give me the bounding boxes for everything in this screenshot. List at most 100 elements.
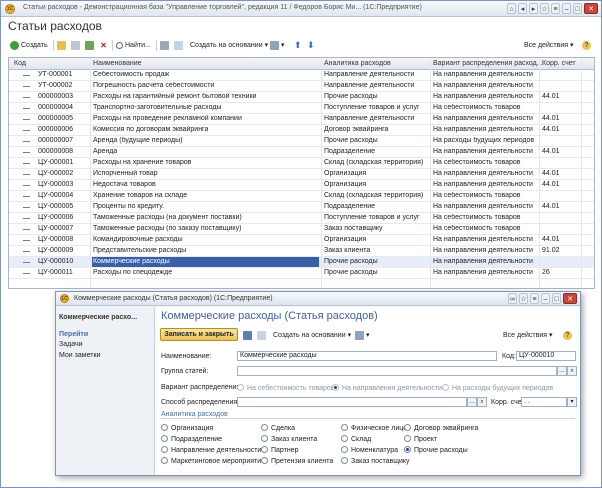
analytics-option[interactable]: Номенклатура bbox=[341, 446, 398, 454]
all-actions-button[interactable]: Все действия ▾ bbox=[524, 39, 574, 52]
nav-notes-link[interactable]: Мои заметки bbox=[59, 352, 100, 359]
save-and-close-button[interactable]: Записать и закрыть bbox=[160, 328, 238, 341]
move-up-button[interactable]: ⬆ bbox=[294, 39, 305, 52]
table-row[interactable]: ЦУ-000007 Таможенные расходы (по заказу п… bbox=[9, 224, 594, 235]
move-down-button[interactable]: ⬇ bbox=[307, 39, 318, 52]
table-row[interactable]: ЦУ-000002 Испорченный товар Организация На … bbox=[9, 169, 594, 180]
maximize-button[interactable]: □ bbox=[573, 3, 582, 14]
table-row[interactable]: ЦУ-000006 Таможенные расходы (на документ… bbox=[9, 213, 594, 224]
table-row[interactable]: 000000006 Комиссия по договорам эквайринг… bbox=[9, 125, 594, 136]
table-row[interactable]: 000000003 Расходы на гарантийный ремонт б… bbox=[9, 92, 594, 103]
list-icon-button[interactable] bbox=[257, 329, 268, 342]
analytics-option[interactable]: Прочие расходы bbox=[404, 446, 468, 454]
table-row[interactable]: ЦУ-000001 Расходы на хранение товаров Скла… bbox=[9, 158, 594, 169]
analytics-option[interactable]: Физическое лицо bbox=[341, 424, 407, 432]
close-button[interactable]: ✕ bbox=[584, 3, 598, 14]
method-open-icon[interactable]: ⌕ bbox=[477, 397, 487, 407]
table-row[interactable]: ЦУ-000004 Хранение товаров на складе Склад… bbox=[9, 191, 594, 202]
table-row[interactable]: ЦУ-000009 Представительские расходы Заказ … bbox=[9, 246, 594, 257]
create-based-on-button[interactable]: Создать на основании ▾ bbox=[190, 39, 268, 52]
analytics-option[interactable]: Сделка bbox=[261, 424, 295, 432]
dialog-help-button[interactable]: ? bbox=[563, 329, 574, 342]
analytics-option[interactable]: Организация bbox=[161, 424, 213, 432]
dialog-all-actions-button[interactable]: Все действия ▾ bbox=[503, 329, 553, 342]
name-field[interactable]: Коммерческие расходы bbox=[237, 351, 497, 361]
print-button[interactable]: ▾ bbox=[270, 39, 285, 52]
cell-name: Командировочные расходы bbox=[93, 236, 183, 243]
account-dropdown-icon[interactable]: ▾ bbox=[567, 397, 577, 407]
star-icon[interactable]: ☆ bbox=[519, 293, 528, 304]
forward-icon[interactable]: ▸ bbox=[529, 3, 538, 14]
analytics-option[interactable]: Заказ клиента bbox=[261, 435, 317, 443]
analytics-option[interactable]: Склад bbox=[341, 435, 371, 443]
window-titlebar[interactable]: 1С Статьи расходов - Демонстрационная ба… bbox=[1, 1, 601, 17]
column-header-account[interactable]: Корр. счет bbox=[542, 60, 576, 67]
maximize-button[interactable]: □ bbox=[552, 293, 561, 304]
home-icon[interactable]: ⌂ bbox=[507, 3, 516, 14]
save-icon-button[interactable] bbox=[243, 329, 254, 342]
minimize-button[interactable]: – bbox=[562, 3, 571, 14]
variant-option-cost[interactable]: На себестоимость товаров bbox=[237, 384, 335, 392]
delete-mark-button[interactable]: ✕ bbox=[99, 39, 110, 52]
cell-distribution: На направления деятельности bbox=[433, 203, 533, 210]
table-row[interactable]: УТ-000002 Погрешность расчета себестоимос… bbox=[9, 81, 594, 92]
account-field[interactable]: . . bbox=[521, 397, 567, 407]
expense-items-table[interactable]: Код Наименование Аналитика расходов Вари… bbox=[8, 57, 595, 289]
edit-button[interactable] bbox=[85, 39, 96, 52]
table-row[interactable]: ЦУ-000008 Командировочные расходы Организа… bbox=[9, 235, 594, 246]
create-group-button[interactable] bbox=[57, 39, 68, 52]
group-select-button[interactable]: … bbox=[557, 366, 567, 376]
link-icon[interactable]: ∞ bbox=[508, 293, 517, 304]
nav-tasks-link[interactable]: Задачи bbox=[59, 341, 83, 348]
table-row[interactable]: ЦУ-000003 Недостача товаров Организация На … bbox=[9, 180, 594, 191]
close-button[interactable]: ✕ bbox=[563, 293, 577, 304]
table-row[interactable]: 000000004 Транспортно-заготовительные рас… bbox=[9, 103, 594, 114]
table-row[interactable]: УТ-000001 Себестоимость продаж Направление… bbox=[9, 70, 594, 81]
column-header-analytics[interactable]: Аналитика расходов bbox=[324, 60, 391, 67]
table-row[interactable]: ЦУ-000010 Коммерческие расходы Прочие расх… bbox=[9, 257, 594, 268]
method-field[interactable] bbox=[237, 397, 467, 407]
back-icon[interactable]: ◂ bbox=[518, 3, 527, 14]
analytics-option[interactable]: Претензия клиента bbox=[261, 457, 333, 465]
table-row[interactable]: 000000008 Аренда Подразделение На направлен… bbox=[9, 147, 594, 158]
cell-analytics: Направление деятельности bbox=[324, 71, 415, 78]
column-header-code[interactable]: Код bbox=[14, 60, 26, 67]
group-open-icon[interactable]: ⌕ bbox=[567, 366, 577, 376]
analytics-option[interactable]: Партнер bbox=[261, 446, 299, 454]
filter-button[interactable] bbox=[174, 39, 185, 52]
table-row[interactable]: ЦУ-000011 Расходы по спецодежде Прочие рас… bbox=[9, 268, 594, 279]
cell-account: 26 bbox=[542, 269, 550, 276]
column-header-name[interactable]: Наименование bbox=[93, 60, 142, 67]
analytics-option[interactable]: Заказ поставщику bbox=[341, 457, 410, 465]
star-icon[interactable]: ☆ bbox=[540, 3, 549, 14]
help-button[interactable]: ? bbox=[582, 39, 593, 52]
analytics-option[interactable]: Подразделение bbox=[161, 435, 222, 443]
code-field[interactable]: ЦУ-000010 bbox=[516, 351, 576, 361]
table-row[interactable]: 000000007 Аренда (будущие периоды) Прочие … bbox=[9, 136, 594, 147]
create-button[interactable]: Создать bbox=[10, 39, 48, 52]
history-icon[interactable]: ≡ bbox=[551, 3, 560, 14]
copy-button[interactable] bbox=[71, 39, 82, 52]
analytics-option[interactable]: Направление деятельности bbox=[161, 446, 261, 454]
minimize-button[interactable]: – bbox=[541, 293, 550, 304]
find-button[interactable]: Найти... bbox=[116, 39, 151, 52]
table-row[interactable]: 000000005 Расходы на проведение рекламной… bbox=[9, 114, 594, 125]
cell-code: ЦУ-000005 bbox=[38, 203, 74, 210]
variant-option-activities[interactable]: На направления деятельности bbox=[332, 384, 442, 392]
variant-option-future[interactable]: На расходы будущих периодов bbox=[442, 384, 553, 392]
cell-code: ЦУ-000002 bbox=[38, 170, 74, 177]
dialog-create-based-on-button[interactable]: Создать на основании ▾ bbox=[273, 329, 351, 342]
dialog-titlebar[interactable]: 1С Коммерческие расходы (Статья расходов… bbox=[56, 292, 580, 306]
dialog-print-button[interactable]: ▾ bbox=[355, 329, 370, 342]
table-row[interactable]: ЦУ-000005 Проценты по кредиту. Подразделен… bbox=[9, 202, 594, 213]
cell-analytics: Поступление товаров и услуг bbox=[324, 214, 420, 221]
analytics-option[interactable]: Маркетинговое мероприятие bbox=[161, 457, 265, 465]
column-header-distribution[interactable]: Вариант распределения расход... bbox=[433, 60, 543, 67]
method-select-button[interactable]: … bbox=[467, 397, 477, 407]
nav-current-item[interactable]: Коммерческие расхо... bbox=[59, 314, 137, 321]
analytics-option[interactable]: Проект bbox=[404, 435, 437, 443]
group-field[interactable] bbox=[237, 366, 557, 376]
cancel-search-button[interactable] bbox=[160, 39, 171, 52]
analytics-option[interactable]: Договор эквайринга bbox=[404, 424, 478, 432]
history-icon[interactable]: ≡ bbox=[530, 293, 539, 304]
